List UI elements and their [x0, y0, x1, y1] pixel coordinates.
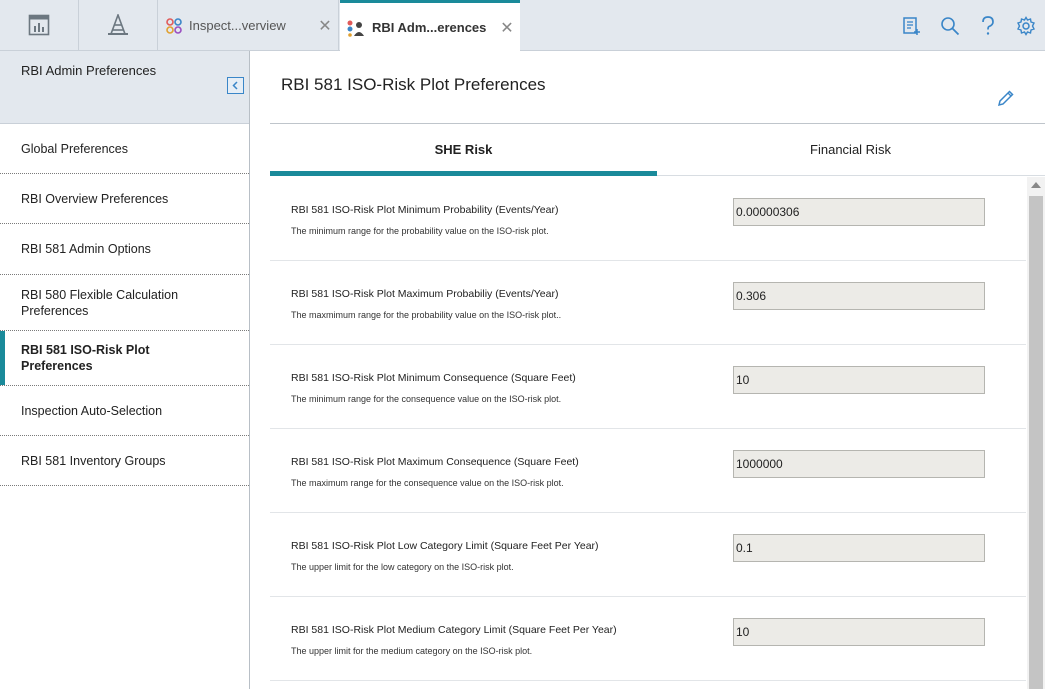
help-icon [982, 15, 994, 35]
sidebar-item-label: RBI 580 Flexible Calculation Preferences [21, 287, 179, 318]
inspection-overview-icon [165, 17, 183, 35]
scrollbar-thumb[interactable] [1029, 196, 1043, 689]
tab-inspection-overview[interactable]: Inspect...verview ✕ [159, 0, 339, 51]
pref-description: The maxmimum range for the probability v… [291, 310, 562, 320]
risk-subtabs: SHE Risk Financial Risk [270, 123, 1045, 176]
main-content: RBI 581 ISO-Risk Plot Preferences SHE Ri… [251, 51, 1045, 689]
top-tab-bar: Inspect...verview ✕ RBI Adm...erences ✕ [0, 0, 1045, 52]
min-probability-field[interactable] [733, 198, 985, 226]
pref-row-max-probability: RBI 581 ISO-Risk Plot Maximum Probabiliy… [270, 261, 1026, 345]
sidebar-list: Global Preferences RBI Overview Preferen… [0, 124, 249, 486]
pref-description: The minimum range for the consequence va… [291, 394, 562, 404]
dashboard-button[interactable] [0, 0, 79, 50]
sidebar-item-global-preferences[interactable]: Global Preferences [0, 124, 249, 174]
vertical-scrollbar[interactable] [1027, 177, 1045, 689]
tab-label: RBI Adm...erences [372, 20, 487, 35]
gear-icon [1017, 15, 1035, 36]
search-icon [941, 16, 960, 35]
help-button[interactable] [969, 0, 1007, 51]
sidebar: RBI Admin Preferences Global Preferences… [0, 51, 250, 689]
chevron-left-icon [232, 81, 238, 90]
sidebar-item-label: Global Preferences [21, 141, 129, 156]
rbi-admin-icon [346, 19, 366, 37]
sidebar-item-rbi-581-admin-options[interactable]: RBI 581 Admin Options [0, 224, 249, 275]
max-probability-field[interactable] [733, 282, 985, 310]
new-record-icon [903, 16, 920, 35]
dashboard-icon [28, 14, 50, 36]
min-consequence-field[interactable] [733, 366, 985, 394]
pref-description: The maximum range for the consequence va… [291, 478, 564, 488]
sidebar-item-label: RBI 581 Inventory Groups [21, 453, 166, 468]
sidebar-item-label: Inspection Auto-Selection [21, 403, 163, 418]
pref-description: The upper limit for the medium category … [291, 646, 533, 656]
preferences-list: RBI 581 ISO-Risk Plot Minimum Probabilit… [270, 177, 1045, 689]
pref-label: RBI 581 ISO-Risk Plot Minimum Consequenc… [291, 372, 576, 384]
max-consequence-field[interactable] [733, 450, 985, 478]
sidebar-item-label: RBI 581 Admin Options [21, 242, 151, 256]
pref-label: RBI 581 ISO-Risk Plot Maximum Probabiliy… [291, 288, 559, 300]
tab-she-risk[interactable]: SHE Risk [270, 124, 657, 176]
sidebar-item-rbi-581-inventory-groups[interactable]: RBI 581 Inventory Groups [0, 436, 249, 486]
close-icon[interactable]: ✕ [312, 16, 338, 36]
sidebar-item-rbi-overview-preferences[interactable]: RBI Overview Preferences [0, 174, 249, 224]
scroll-up-arrow-icon[interactable] [1031, 182, 1041, 188]
tab-label: Inspect...verview [189, 18, 286, 33]
close-icon[interactable]: ✕ [494, 18, 520, 38]
edit-button[interactable] [995, 87, 1017, 109]
pref-label: RBI 581 ISO-Risk Plot Minimum Probabilit… [291, 204, 559, 216]
pref-description: The upper limit for the low category on … [291, 562, 514, 572]
page-title: RBI 581 ISO-Risk Plot Preferences [281, 75, 546, 94]
pencil-icon [997, 90, 1014, 107]
pref-label: RBI 581 ISO-Risk Plot Maximum Consequenc… [291, 456, 579, 468]
pref-row-max-consequence: RBI 581 ISO-Risk Plot Maximum Consequenc… [270, 429, 1026, 513]
asset-hierarchy-icon [108, 14, 128, 35]
pref-label: RBI 581 ISO-Risk Plot Low Category Limit… [291, 540, 599, 552]
settings-button[interactable] [1007, 0, 1045, 51]
collapse-sidebar-button[interactable] [227, 77, 244, 94]
sidebar-item-inspection-auto-selection[interactable]: Inspection Auto-Selection [0, 386, 249, 436]
medium-category-limit-field[interactable] [733, 618, 985, 646]
search-button[interactable] [931, 0, 969, 51]
new-record-button[interactable] [893, 0, 931, 51]
sidebar-title: RBI Admin Preferences [21, 63, 157, 78]
sidebar-item-rbi-580-flexible-calculation[interactable]: RBI 580 Flexible Calculation Preferences [0, 275, 249, 331]
top-right-toolbar [893, 0, 1045, 51]
pref-description: The minimum range for the probability va… [291, 226, 549, 236]
sidebar-header: RBI Admin Preferences [0, 51, 249, 124]
sidebar-item-label: RBI 581 ISO-Risk Plot Preferences [21, 343, 150, 373]
pref-row-min-consequence: RBI 581 ISO-Risk Plot Minimum Consequenc… [270, 345, 1026, 429]
pref-row-low-category-limit: RBI 581 ISO-Risk Plot Low Category Limit… [270, 513, 1026, 597]
asset-hierarchy-button[interactable] [79, 0, 158, 50]
sidebar-item-rbi-581-iso-risk-plot[interactable]: RBI 581 ISO-Risk Plot Preferences [0, 331, 249, 386]
pref-row-min-probability: RBI 581 ISO-Risk Plot Minimum Probabilit… [270, 177, 1026, 261]
tab-rbi-admin-preferences[interactable]: RBI Adm...erences ✕ [340, 0, 520, 52]
pref-row-medium-category-limit: RBI 581 ISO-Risk Plot Medium Category Li… [270, 597, 1026, 681]
sidebar-item-label: RBI Overview Preferences [21, 191, 169, 206]
tab-financial-risk[interactable]: Financial Risk [657, 124, 1044, 175]
low-category-limit-field[interactable] [733, 534, 985, 562]
pref-label: RBI 581 ISO-Risk Plot Medium Category Li… [291, 624, 617, 636]
